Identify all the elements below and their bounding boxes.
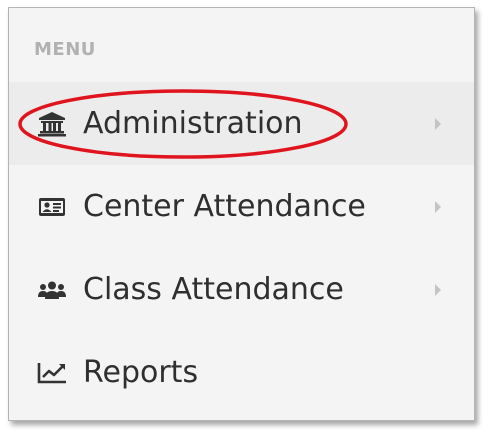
menu-item-label: Administration — [83, 105, 303, 141]
id-card-icon — [36, 194, 68, 220]
menu-item-label: Center Attendance — [83, 188, 366, 224]
chevron-right-icon — [433, 117, 443, 131]
menu-item-center-attendance[interactable]: Center Attendance — [9, 165, 474, 248]
menu-header: MENU — [34, 39, 96, 60]
menu-item-reports[interactable]: Reports — [9, 331, 474, 414]
chevron-right-icon — [433, 200, 443, 214]
menu-item-label: Reports — [83, 354, 199, 390]
menu-item-label: Class Attendance — [83, 271, 344, 307]
menu-item-administration[interactable]: Administration — [9, 82, 474, 165]
line-chart-icon — [36, 360, 68, 386]
bank-icon — [36, 111, 68, 137]
sidebar-menu-panel: MENU Administration Center Attendance Cl… — [8, 7, 475, 421]
chevron-right-icon — [433, 283, 443, 297]
menu-item-class-attendance[interactable]: Class Attendance — [9, 248, 474, 331]
users-icon — [36, 277, 68, 303]
